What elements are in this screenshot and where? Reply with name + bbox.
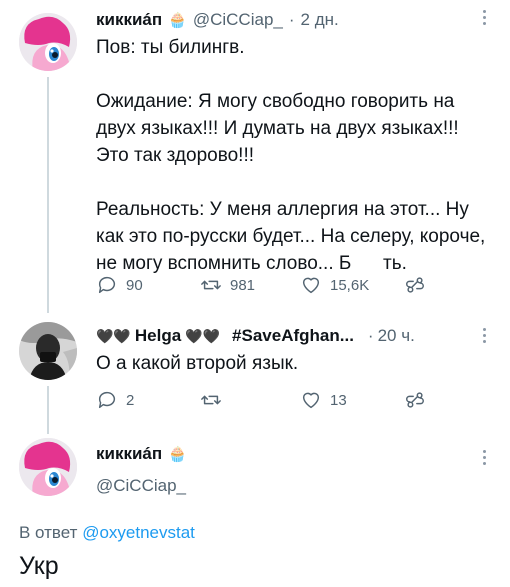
tweet1-more-dots-icon[interactable] xyxy=(483,10,487,28)
black-hearts-icon-2: 🖤🖤 xyxy=(185,327,221,344)
tweet2-author-name[interactable]: Helga xyxy=(135,326,181,346)
tweet2-reply-count: 2 xyxy=(126,391,135,409)
thread-connector-line-2 xyxy=(47,386,49,434)
tweet2-hashtag[interactable]: #SaveAfghan... xyxy=(232,326,354,346)
tweet2-separator: · xyxy=(367,326,374,345)
tweet1-share-button[interactable] xyxy=(404,274,426,296)
tweet2-text: О а какой второй язык. xyxy=(96,353,299,374)
tweet3-header: киккиáп 🧁 xyxy=(96,444,187,464)
tweet1-like-count: 15,6K xyxy=(330,276,370,294)
tweet3-reply-context: В ответ @oxyetnevstat xyxy=(19,523,195,543)
retweet-icon xyxy=(201,395,221,405)
helga-avatar-image xyxy=(19,322,77,380)
tweet3-more-dots-icon[interactable] xyxy=(483,450,487,468)
tweet2-reply-button[interactable]: 2 xyxy=(96,389,134,411)
heart-icon xyxy=(302,392,320,409)
tweet1-author-name[interactable]: киккиáп xyxy=(96,10,162,30)
avatar-helga[interactable] xyxy=(19,322,77,380)
tweet1-text: Пов: ты билингв. Ожидание: Я могу свобод… xyxy=(96,37,486,274)
tweet2-more-dots-icon[interactable] xyxy=(483,328,487,346)
tweet1-retweet-button[interactable]: 981 xyxy=(200,274,255,296)
retweet-icon xyxy=(201,280,221,290)
tweet1-like-button[interactable]: 15,6K xyxy=(300,274,369,296)
tweet2-retweet-button[interactable] xyxy=(200,389,230,411)
pinkie-pie-avatar-image xyxy=(19,438,77,496)
tweet1-timestamp[interactable]: 2 дн. xyxy=(301,10,339,30)
tweet1-header: киккиáп 🧁 @CiCCiap_ · 2 дн. xyxy=(96,10,339,30)
reply-icon xyxy=(98,391,116,409)
pinkie-pie-avatar-image xyxy=(19,13,77,71)
tweet3-author-name[interactable]: киккиáп xyxy=(96,444,162,464)
share-icon xyxy=(406,277,424,293)
tweet1-reply-button[interactable]: 90 xyxy=(96,274,143,296)
tweet2-like-button[interactable]: 13 xyxy=(300,389,347,411)
avatar-kikkiap[interactable] xyxy=(19,13,77,71)
tweet3-text: Укр xyxy=(19,552,59,580)
avatar-kikkiap-2[interactable] xyxy=(19,438,77,496)
reply-to-label: В ответ xyxy=(19,523,78,542)
tweet2-like-count: 13 xyxy=(330,391,347,409)
tweet2-share-button[interactable] xyxy=(404,389,426,411)
thread-connector-line xyxy=(47,77,49,313)
heart-icon xyxy=(302,277,320,294)
reply-icon xyxy=(98,276,116,294)
tweet3-author-handle[interactable]: @CiCCiap_ xyxy=(96,476,186,496)
tweet1-separator: · xyxy=(288,10,295,29)
tweet2-timestamp[interactable]: 20 ч. xyxy=(378,326,415,346)
tweet1-author-handle[interactable]: @CiCCiap_ xyxy=(193,10,283,30)
cupcake-emoji-icon: 🧁 xyxy=(168,446,187,463)
tweet1-reply-count: 90 xyxy=(126,276,143,294)
share-icon xyxy=(406,392,424,408)
tweet1-retweet-count: 981 xyxy=(230,276,256,294)
reply-to-handle[interactable]: @oxyetnevstat xyxy=(82,523,195,542)
black-hearts-icon: 🖤🖤 xyxy=(96,327,131,344)
tweet2-header: 🖤🖤 Helga 🖤🖤 #SaveAfghan... · 20 ч. xyxy=(96,326,415,346)
cupcake-emoji-icon: 🧁 xyxy=(168,12,187,29)
